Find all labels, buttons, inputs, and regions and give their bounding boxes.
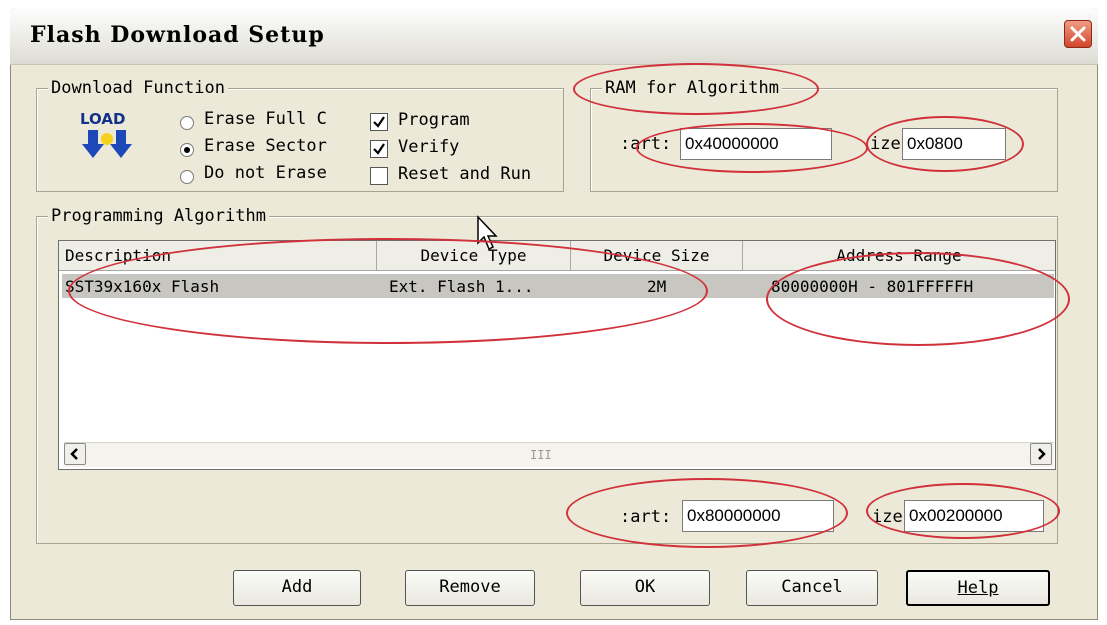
download-function-legend: Download Function <box>48 78 228 98</box>
checkmark-icon <box>373 143 385 155</box>
remove-button[interactable]: Remove <box>405 570 535 606</box>
scroll-grip: III <box>530 448 552 462</box>
column-header-description[interactable]: Description <box>59 241 377 271</box>
algorithm-list[interactable]: Description Device Type Device Size Addr… <box>58 240 1056 470</box>
close-icon <box>1070 26 1086 42</box>
row-device-size: 2M <box>647 277 667 296</box>
radio-do-not-erase-label: Do not Erase <box>204 163 327 183</box>
column-header-device-type[interactable]: Device Type <box>377 241 571 271</box>
chevron-right-icon <box>1038 448 1046 460</box>
radio-erase-full-chip-label: Erase Full C <box>204 109 327 129</box>
close-button[interactable] <box>1064 20 1092 48</box>
ram-size-input[interactable]: 0x0800 <box>902 128 1006 160</box>
window-title: Flash Download Setup <box>30 22 325 48</box>
checkbox-reset-and-run-label: Reset and Run <box>398 164 532 184</box>
radio-erase-sector[interactable] <box>180 143 194 157</box>
programming-algorithm-legend: Programming Algorithm <box>48 206 269 226</box>
flash-size-input[interactable]: 0x00200000 <box>904 500 1044 532</box>
ram-start-label: :art: <box>620 134 672 154</box>
load-icon: LOAD <box>78 110 138 166</box>
radio-erase-full-chip[interactable] <box>180 116 194 130</box>
add-button[interactable]: Add <box>233 570 361 606</box>
ram-start-input[interactable]: 0x40000000 <box>680 128 832 160</box>
column-header-device-size[interactable]: Device Size <box>571 241 743 271</box>
download-arrows-icon <box>82 130 132 158</box>
checkbox-program[interactable] <box>370 113 388 131</box>
checkmark-icon <box>373 116 385 128</box>
checkbox-reset-and-run[interactable] <box>370 167 388 185</box>
cancel-button[interactable]: Cancel <box>746 570 878 606</box>
row-device-type: Ext. Flash 1... <box>389 277 534 296</box>
radio-erase-sector-label: Erase Sector <box>204 136 327 156</box>
scroll-left-button[interactable] <box>64 443 86 465</box>
radio-do-not-erase[interactable] <box>180 170 194 184</box>
row-address-range: 80000000H - 801FFFFFH <box>771 277 974 296</box>
help-button[interactable]: Help <box>906 570 1050 606</box>
row-description: SST39x160x Flash <box>65 277 220 296</box>
load-icon-text: LOAD <box>80 110 126 128</box>
chevron-left-icon <box>70 448 78 460</box>
scroll-right-button[interactable] <box>1030 443 1052 465</box>
checkbox-verify[interactable] <box>370 140 388 158</box>
checkbox-program-label: Program <box>398 110 470 130</box>
ok-button[interactable]: OK <box>580 570 710 606</box>
flash-start-input[interactable]: 0x80000000 <box>682 500 834 532</box>
ram-for-algorithm-legend: RAM for Algorithm <box>602 78 782 98</box>
horizontal-scrollbar[interactable] <box>64 442 1054 467</box>
flash-start-label: :art: <box>620 507 672 527</box>
checkbox-verify-label: Verify <box>398 137 460 157</box>
mouse-cursor-icon <box>477 215 498 251</box>
column-header-address-range[interactable]: Address Range <box>743 241 1055 271</box>
